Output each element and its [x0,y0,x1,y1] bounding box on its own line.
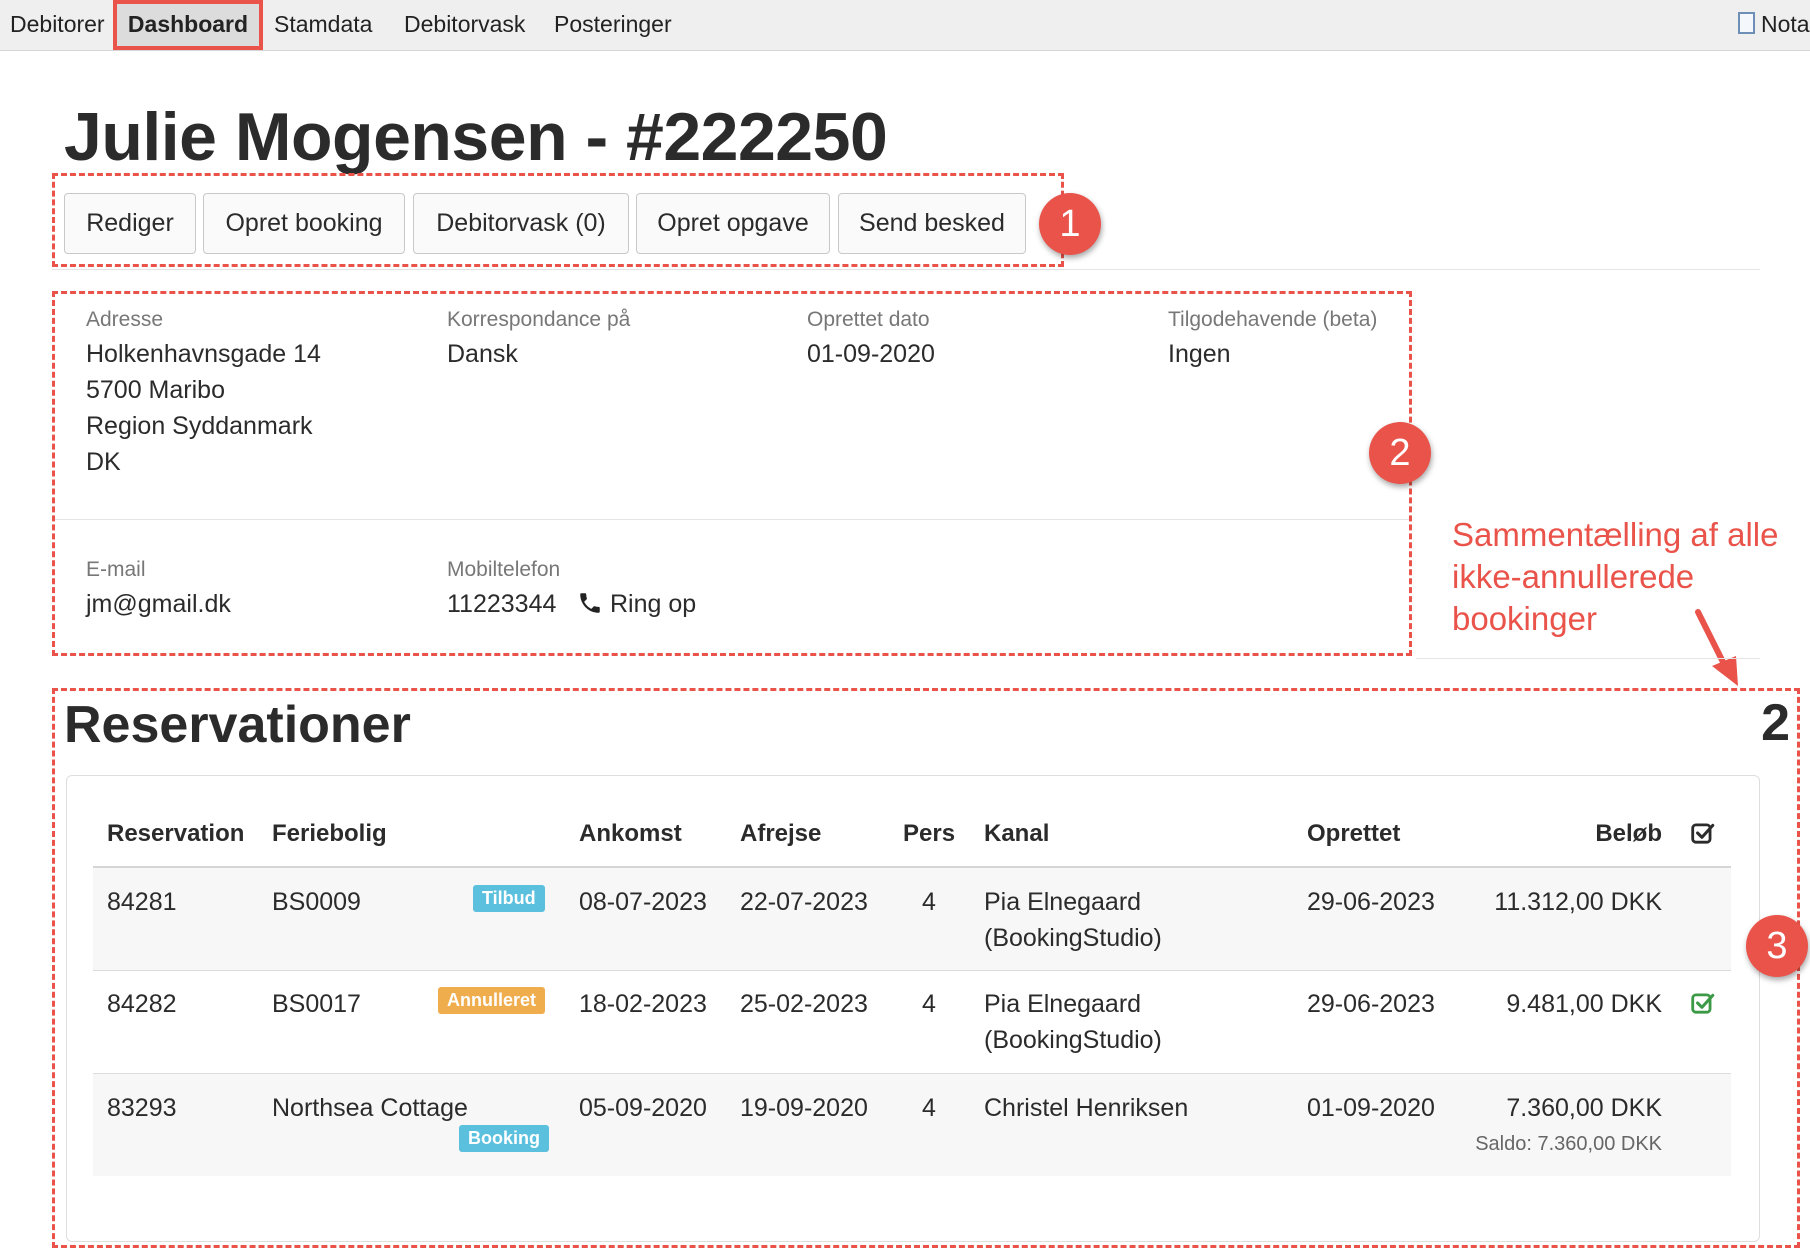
annotation-line-1: Sammentælling af alle [1452,516,1779,553]
create-task-button[interactable]: Opret opgave [636,193,830,254]
channel-line-1: Pia Elnegaard [984,990,1142,1018]
nav-posteringer[interactable]: Posteringer [554,0,672,50]
col-feriebolig[interactable]: Feriebolig [272,820,387,848]
persons: 4 [922,1094,936,1122]
mobile-label: Mobiltelefon [447,558,561,581]
nav-debitorvask[interactable]: Debitorvask [404,0,525,50]
persons: 4 [922,990,936,1018]
check-all-icon[interactable] [1690,820,1716,846]
correspondence-value: Dansk [447,340,518,368]
callout-number-1: 1 [1039,193,1101,255]
annotation-arrow-icon [1695,609,1738,686]
status-badge: Booking [459,1125,549,1152]
property-name[interactable]: Northsea Cottage [272,1090,468,1126]
address-label: Adresse [86,308,164,331]
address-line-1: Holkenhavnsgade 14 [86,340,321,368]
amount: 9.481,00 DKK [1506,990,1662,1018]
col-belob[interactable]: Beløb [1540,820,1662,848]
arrival-date: 05-09-2020 [579,1094,707,1122]
nav-stamdata[interactable]: Stamdata [274,0,372,50]
status-badge: Tilbud [473,885,545,912]
arrival-date: 08-07-2023 [579,888,707,916]
address-line-2: 5700 Maribo [86,376,225,404]
property-name[interactable]: BS0009 [272,884,361,920]
amount: 11.312,00 DKK [1494,888,1662,916]
reservations-count: 2 [1761,694,1790,752]
receivable-label: Tilgodehavende (beta) [1168,308,1378,331]
nota-label: Nota [1761,11,1810,37]
channel-line-1: Pia Elnegaard [984,888,1142,916]
top-navigation: Debitorer Dashboard Stamdata Debitorvask… [0,0,1810,51]
receivable-value: Ingen [1168,340,1231,368]
col-ankomst[interactable]: Ankomst [579,820,682,848]
divider [55,519,1409,520]
email-label: E-mail [86,558,146,581]
amount: 7.360,00 DKK [1506,1094,1662,1122]
reservation-id[interactable]: 84282 [107,986,177,1022]
divider [1416,658,1760,659]
created-date: 29-06-2023 [1307,990,1435,1018]
email-value[interactable]: jm@gmail.dk [86,586,231,622]
page-title: Julie Mogensen - #222250 [64,99,888,175]
col-reservation[interactable]: Reservation [107,820,244,848]
phone-icon[interactable] [577,590,603,616]
callout-number-3: 3 [1746,915,1808,977]
departure-date: 22-07-2023 [740,888,868,916]
mobile-value: 11223344 [447,590,557,618]
col-oprettet[interactable]: Oprettet [1307,820,1400,848]
created-date: 29-06-2023 [1307,888,1435,916]
col-afrejse[interactable]: Afrejse [740,820,821,848]
annotation-line-2: ikke-annullerede [1452,558,1695,595]
channel-line-2: (BookingStudio) [984,924,1162,952]
saldo: Saldo: 7.360,00 DKK [1475,1133,1662,1155]
created-date-label: Oprettet dato [807,308,930,331]
nav-dashboard[interactable]: Dashboard [113,0,263,50]
nota-button[interactable]: Nota [1738,0,1810,50]
col-kanal[interactable]: Kanal [984,820,1049,848]
property-name[interactable]: BS0017 [272,986,361,1022]
departure-date: 25-02-2023 [740,990,868,1018]
checked-icon[interactable] [1690,990,1716,1016]
created-date-value: 01-09-2020 [807,340,935,368]
call-link[interactable]: Ring op [610,586,696,622]
document-icon [1738,11,1755,34]
create-booking-button[interactable]: Opret booking [203,193,405,254]
send-message-button[interactable]: Send besked [838,193,1026,254]
reservations-title: Reservationer [64,696,411,754]
departure-date: 19-09-2020 [740,1094,868,1122]
channel-line-2: (BookingStudio) [984,1026,1162,1054]
address-line-3: Region Syddanmark [86,412,313,440]
arrival-date: 18-02-2023 [579,990,707,1018]
created-date: 01-09-2020 [1307,1094,1435,1122]
persons: 4 [922,888,936,916]
address-line-4: DK [86,448,121,476]
edit-button[interactable]: Rediger [64,193,196,254]
col-pers[interactable]: Pers [903,820,955,848]
divider [52,269,1760,270]
reservation-id[interactable]: 84281 [107,884,177,920]
callout-number-2: 2 [1369,422,1431,484]
channel-line-1: Christel Henriksen [984,1094,1189,1122]
status-badge: Annulleret [438,987,546,1014]
nav-debitorer[interactable]: Debitorer [10,0,105,50]
reservation-id[interactable]: 83293 [107,1090,177,1126]
correspondence-label: Korrespondance på [447,308,631,331]
debitorvask-button[interactable]: Debitorvask (0) [413,193,629,254]
